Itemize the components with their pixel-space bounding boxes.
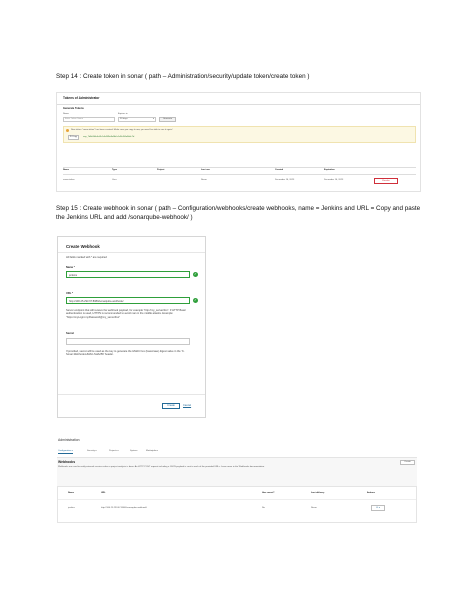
name-label: Name [63, 113, 69, 115]
required-note: All fields marked with * are required [66, 256, 107, 259]
col-name: Name [63, 169, 69, 171]
create-webhook-button[interactable]: Create [400, 460, 415, 465]
check-circle-icon: ✓ [193, 298, 198, 303]
token-row-name: sonar-token [63, 179, 75, 181]
tab-configuration[interactable]: Configuration ▾ [58, 450, 73, 454]
col-project: Project [157, 169, 165, 171]
chevron-down-icon: ▾ [152, 118, 154, 120]
tokens-title: Tokens of Administrator [63, 96, 100, 100]
col-webhook-url: URL [101, 492, 106, 494]
webhook-row-name: jenkins [68, 507, 75, 509]
secret-input[interactable] [66, 338, 190, 345]
url-help-text: Server endpoint that will receive the we… [66, 309, 186, 319]
actions-menu-button[interactable]: ⚙ ▾ [371, 505, 385, 511]
token-notice: New token "sonar-token" has been created… [63, 126, 416, 143]
expires-value: 30 days [120, 118, 128, 120]
token-name-input[interactable]: Enter Token Name [63, 117, 115, 122]
admin-title: Administration [58, 438, 80, 442]
step14-heading: Step 14 : Create token in sonar ( path –… [56, 73, 310, 80]
webhooks-title: Webhooks [58, 460, 76, 464]
token-row-last-use: Never [201, 179, 207, 181]
expires-label: Expires in [118, 113, 128, 115]
tab-projects[interactable]: Projects ▾ [109, 450, 119, 453]
cancel-link[interactable]: Cancel [183, 404, 191, 407]
copy-label: Copy [72, 136, 78, 138]
generate-title: Generate Tokens [63, 107, 84, 110]
tab-security[interactable]: Security ▾ [87, 450, 97, 453]
col-webhook-name: Name [68, 492, 74, 494]
col-has-secret: Has secret? [262, 492, 275, 494]
col-actions: Actions [367, 492, 376, 494]
generate-button[interactable]: Generate [159, 117, 176, 122]
expires-select[interactable]: 30 days ▾ [118, 117, 156, 122]
webhook-row-url: http://100.25.293.67:8080/sonarqube-webh… [101, 507, 147, 509]
webhook-url-label: URL * [66, 292, 74, 295]
col-created: Created [275, 169, 284, 171]
step15-heading: Step 15 : Create webhook in sonar ( path… [56, 205, 421, 221]
webhooks-header-panel: Webhooks Webhooks are used to notify ext… [57, 457, 417, 486]
webhooks-table: Name URL Has secret? Last delivery Actio… [57, 486, 417, 523]
revoke-button[interactable]: Revoke [374, 177, 398, 184]
create-button[interactable]: Create [162, 403, 180, 409]
webhooks-description: Webhooks are used to notify external ser… [58, 466, 265, 468]
webhook-row-last-delivery: Never [311, 507, 317, 509]
copy-button[interactable]: ⧉ Copy [68, 135, 79, 140]
webhook-name-input[interactable]: jenkins [66, 271, 190, 278]
dialog-title: Create Webhook [66, 244, 100, 249]
check-circle-icon: ✓ [193, 272, 198, 277]
webhooks-admin-screenshot: Administration Configuration ▾ Security … [57, 438, 417, 524]
secret-help-text: If provided, secret will be used as the … [66, 350, 185, 357]
webhook-name-label: Name * [66, 266, 75, 269]
tokens-screenshot: Tokens of Administrator Generate Tokens … [56, 92, 421, 192]
col-type: Type [112, 169, 117, 171]
token-row-expiration: December 16, 2023 [324, 179, 344, 181]
col-expiration: Expiration [324, 169, 335, 171]
webhook-url-input[interactable]: http://100.25.293.67:8080/sonarqube-webh… [66, 297, 190, 304]
webhook-row-has-secret: No [262, 507, 265, 509]
token-value: squ_7d8e9f4e0a2b1c6d3f5e8a9b0c1d2e3f4a5b… [83, 136, 135, 138]
secret-label: Secret [66, 332, 74, 335]
tab-system[interactable]: System [130, 450, 137, 453]
tab-marketplace[interactable]: Marketplace [146, 450, 158, 453]
token-row-created: December 16, 2023 [275, 179, 295, 181]
notice-text: New token "sonar-token" has been created… [71, 128, 173, 131]
col-last-use: Last use [201, 169, 210, 171]
token-row-type: User [112, 179, 117, 181]
warning-icon [66, 129, 69, 132]
create-webhook-dialog: Create Webhook All fields marked with * … [57, 236, 206, 418]
col-last-delivery: Last delivery [311, 492, 325, 494]
